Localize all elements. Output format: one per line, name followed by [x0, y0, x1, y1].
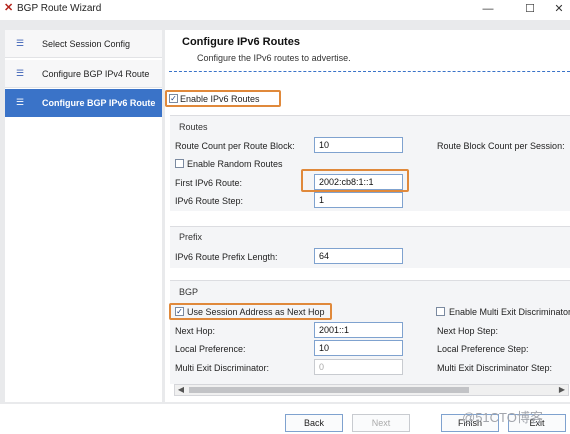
sidebar-item-configure-ipv6[interactable]: ☰ Configure BGP IPv6 Route: [5, 89, 162, 117]
scroll-left-icon[interactable]: ◀: [175, 385, 187, 395]
sidebar-item-configure-ipv4[interactable]: ☰ Configure BGP IPv4 Route: [5, 60, 162, 88]
random-routes-label: Enable Random Routes: [187, 159, 283, 169]
maximize-button[interactable]: ☐: [520, 1, 540, 17]
first-ipv6-route-label: First IPv6 Route:: [175, 178, 243, 188]
prefix-section-title: Prefix: [179, 232, 203, 242]
watermark: @51CTO博客: [462, 410, 543, 425]
title-bar: ✕ BGP Route Wizard — ☐ ✕: [0, 0, 570, 20]
horizontal-scrollbar[interactable]: ◀ ▶: [174, 384, 569, 396]
page-subtitle: Configure the IPv6 routes to advertise.: [197, 53, 351, 63]
local-preference-label: Local Preference:: [175, 344, 246, 354]
route-count-label: Route Count per Route Block:: [175, 141, 295, 151]
med-step-label: Multi Exit Discriminator Step:: [437, 363, 553, 373]
sidebar-item-label: Configure BGP IPv4 Route: [42, 69, 150, 79]
bgp-section-title: BGP: [179, 287, 199, 297]
highlight-box: [165, 90, 281, 107]
divider: [169, 71, 570, 72]
med-input[interactable]: 0: [314, 359, 403, 375]
close-button[interactable]: ✕: [549, 1, 569, 17]
page-title: Configure IPv6 Routes: [182, 36, 300, 48]
scrollbar-thumb[interactable]: [189, 387, 469, 393]
sidebar-item-select-session-config[interactable]: ☰ Select Session Config: [5, 30, 162, 58]
local-preference-step-label: Local Preference Step:: [437, 344, 529, 354]
highlight-box: [169, 303, 332, 320]
scroll-right-icon[interactable]: ▶: [556, 385, 568, 395]
next-hop-input[interactable]: 2001::1: [314, 322, 403, 338]
back-button[interactable]: Back: [285, 414, 343, 432]
enable-med-checkbox[interactable]: [436, 307, 445, 316]
route-block-count-label: Route Block Count per Session:: [437, 141, 565, 151]
prefix-length-input[interactable]: 64: [314, 248, 403, 264]
routes-section-title: Routes: [179, 122, 208, 132]
next-button[interactable]: Next: [352, 414, 410, 432]
next-hop-step-label: Next Hop Step:: [437, 326, 499, 336]
sidebar-item-label: Select Session Config: [42, 39, 131, 49]
sidebar: ☰ Select Session Config ☰ Configure BGP …: [5, 30, 162, 402]
list-icon: ☰: [16, 97, 25, 107]
window-title: BGP Route Wizard: [17, 3, 102, 14]
list-icon: ☰: [16, 68, 25, 78]
highlight-box: [301, 169, 409, 192]
med-label: Multi Exit Discriminator:: [175, 363, 270, 373]
prefix-length-label: IPv6 Route Prefix Length:: [175, 252, 278, 262]
minimize-button[interactable]: —: [478, 1, 498, 17]
main-content: Configure IPv6 Routes Configure the IPv6…: [165, 30, 570, 402]
random-routes-checkbox[interactable]: [175, 159, 184, 168]
ipv6-route-step-label: IPv6 Route Step:: [175, 196, 244, 206]
list-icon: ☰: [16, 38, 25, 48]
sidebar-item-label: Configure BGP IPv6 Route: [42, 98, 156, 108]
app-logo-icon: ✕: [4, 2, 14, 14]
local-preference-input[interactable]: 10: [314, 340, 403, 356]
enable-med-label: Enable Multi Exit Discriminator: [449, 307, 570, 317]
ipv6-route-step-input[interactable]: 1: [314, 192, 403, 208]
next-hop-label: Next Hop:: [175, 326, 216, 336]
route-count-input[interactable]: 10: [314, 137, 403, 153]
